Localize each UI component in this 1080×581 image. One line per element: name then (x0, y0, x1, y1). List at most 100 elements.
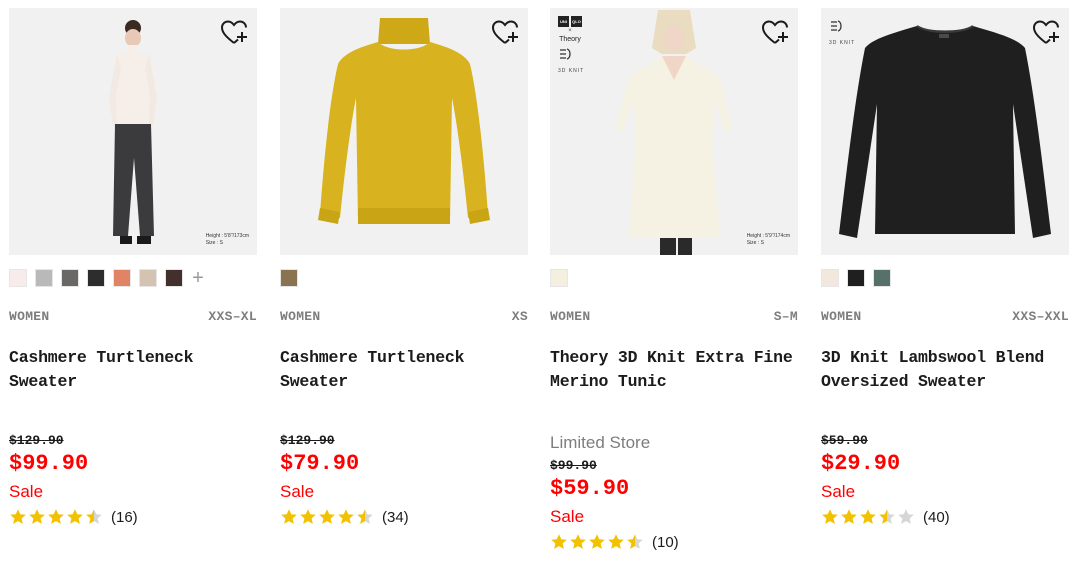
star-rating (550, 533, 644, 551)
sale-price: $79.90 (280, 451, 360, 476)
rating[interactable]: (34) (280, 508, 528, 526)
size-range: XS (511, 309, 528, 324)
limited-store-label: Limited Store (550, 433, 651, 452)
size-range: S–M (773, 309, 798, 324)
favorite-heart-plus-icon[interactable] (219, 18, 249, 46)
review-count: (10) (652, 533, 679, 551)
product-card[interactable]: 3D KNIT WOMEN XXS–XXL 3D Knit Lambswool … (821, 8, 1069, 578)
star-icon (898, 509, 914, 524)
color-swatches (550, 269, 568, 287)
price-block: $129.90 $79.90 Sale (34) (280, 433, 528, 526)
star-rating (280, 508, 374, 526)
color-swatch[interactable] (550, 269, 568, 287)
star-icon (357, 509, 373, 524)
star-icon (841, 509, 857, 524)
color-swatch[interactable] (847, 269, 865, 287)
model-size-note: Height : 5'9"/174cm Size : S (747, 233, 790, 247)
model-size-note: Height : 5'8"/173cm Size : S (206, 233, 249, 247)
star-icon (822, 509, 838, 524)
sale-price: $99.90 (9, 451, 89, 476)
color-swatch[interactable] (821, 269, 839, 287)
star-icon (300, 509, 316, 524)
color-swatch[interactable] (165, 269, 183, 287)
color-swatch[interactable] (35, 269, 53, 287)
star-icon (551, 534, 567, 549)
model-size: Size : S (746, 240, 764, 246)
brand-logos: 3D KNIT (829, 16, 855, 46)
uniqlo-logo: UNI QLO (558, 16, 584, 27)
3d-knit-label: 3D KNIT (829, 40, 856, 46)
product-card[interactable]: UNI QLO × Theory 3D KNIT Height : 5'9"/1… (550, 8, 798, 578)
color-swatch[interactable] (873, 269, 891, 287)
sale-label: Sale (550, 507, 585, 526)
original-price: $129.90 (9, 433, 64, 448)
product-card[interactable]: WOMEN XS Cashmere Turtleneck Sweater $12… (280, 8, 528, 578)
review-count: (34) (382, 508, 409, 526)
product-name[interactable]: Cashmere Turtleneck Sweater (9, 346, 257, 394)
product-meta: WOMEN S–M (550, 309, 798, 324)
model-height: Height : 5'9"/174cm (746, 233, 790, 239)
uniqlo-logo-mark: QLO (571, 16, 582, 27)
model-height: Height : 5'8"/173cm (205, 233, 249, 239)
price-block: $129.90 $99.90 Sale (16) (9, 433, 257, 526)
3d-knit-icon (560, 48, 571, 60)
star-icon (319, 509, 335, 524)
star-icon (10, 509, 26, 524)
star-icon (589, 534, 605, 549)
product-name[interactable]: Theory 3D Knit Extra Fine Merino Tunic (550, 346, 798, 394)
gender-label: WOMEN (550, 309, 591, 324)
gender-label: WOMEN (821, 309, 862, 324)
sale-label: Sale (821, 482, 856, 501)
favorite-heart-plus-icon[interactable] (490, 18, 520, 46)
more-colors-plus-icon[interactable]: + (191, 268, 205, 288)
color-swatch[interactable] (139, 269, 157, 287)
color-swatch[interactable] (280, 269, 298, 287)
price-block: $59.90 $29.90 Sale (40) (821, 433, 1069, 526)
star-icon (608, 534, 624, 549)
sale-label: Sale (280, 482, 315, 501)
sale-price: $29.90 (821, 451, 901, 476)
color-swatches (821, 269, 891, 287)
favorite-heart-plus-icon[interactable] (1031, 18, 1061, 46)
star-rating (821, 508, 915, 526)
star-icon (48, 509, 64, 524)
star-icon (627, 534, 643, 549)
sale-label: Sale (9, 482, 44, 501)
product-name[interactable]: 3D Knit Lambswool Blend Oversized Sweate… (821, 346, 1069, 394)
uniqlo-logo-mark: UNI (558, 16, 569, 27)
model-size: Size : S (205, 240, 223, 246)
product-image[interactable]: UNI QLO × Theory 3D KNIT Height : 5'9"/1… (550, 8, 798, 255)
product-image[interactable] (280, 8, 528, 255)
product-meta: WOMEN XS (280, 309, 528, 324)
original-price: $129.90 (280, 433, 335, 448)
star-icon (338, 509, 354, 524)
star-icon (86, 509, 102, 524)
favorite-heart-plus-icon[interactable] (760, 18, 790, 46)
product-name[interactable]: Cashmere Turtleneck Sweater (280, 346, 528, 394)
rating[interactable]: (10) (550, 533, 798, 551)
star-icon (879, 509, 895, 524)
product-card[interactable]: Height : 5'8"/173cm Size : S + WOMEN XXS… (9, 8, 257, 578)
star-icon (860, 509, 876, 524)
collab-x: × (568, 28, 572, 34)
color-swatch[interactable] (9, 269, 27, 287)
price-block: Limited Store $99.90 $59.90 Sale (10) (550, 433, 798, 551)
product-meta: WOMEN XXS–XXL (821, 309, 1069, 324)
color-swatch[interactable] (87, 269, 105, 287)
color-swatches: + (9, 268, 205, 288)
rating[interactable]: (40) (821, 508, 1069, 526)
3d-knit-label: 3D KNIT (558, 68, 585, 74)
color-swatch[interactable] (113, 269, 131, 287)
rating[interactable]: (16) (9, 508, 257, 526)
review-count: (40) (923, 508, 950, 526)
color-swatch[interactable] (61, 269, 79, 287)
original-price: $59.90 (821, 433, 868, 448)
product-image[interactable]: 3D KNIT (821, 8, 1069, 255)
review-count: (16) (111, 508, 138, 526)
sale-price: $59.90 (550, 476, 630, 501)
gender-label: WOMEN (280, 309, 321, 324)
product-meta: WOMEN XXS–XL (9, 309, 257, 324)
star-icon (29, 509, 45, 524)
product-image[interactable]: Height : 5'8"/173cm Size : S (9, 8, 257, 255)
star-icon (281, 509, 297, 524)
